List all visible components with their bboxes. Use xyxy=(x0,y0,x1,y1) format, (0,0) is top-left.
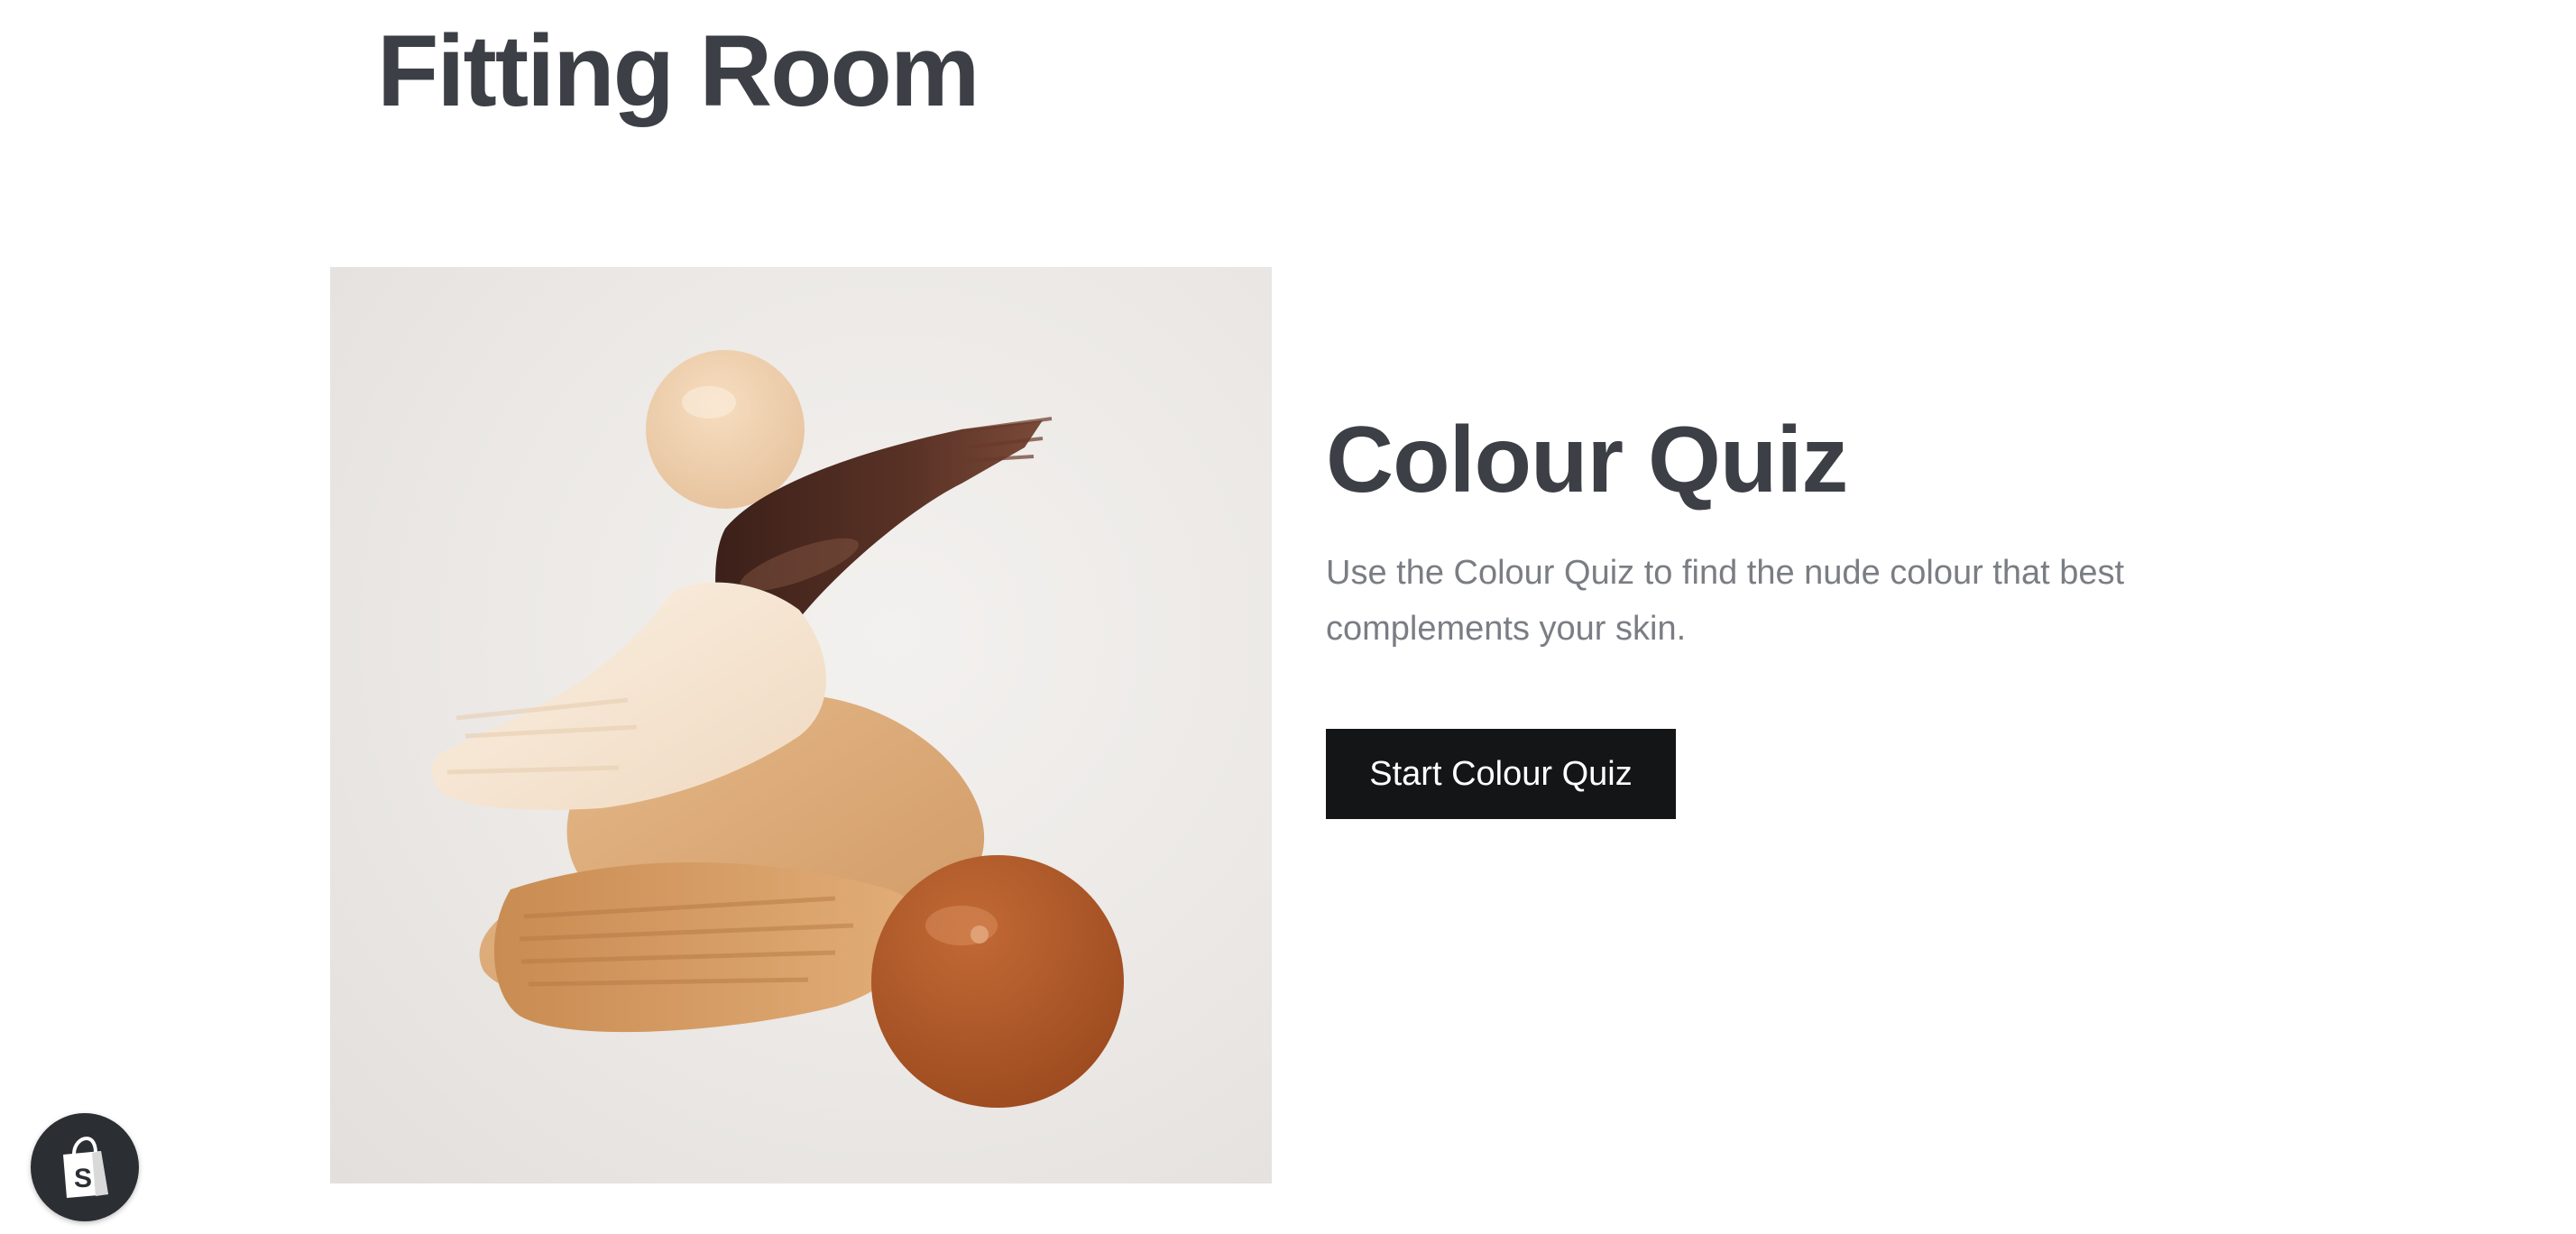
colour-quiz-title: Colour Quiz xyxy=(1326,408,1848,512)
page: Fitting Room Colour Quiz Use the Colour … xyxy=(0,0,2576,1234)
shopify-badge[interactable]: S xyxy=(31,1113,139,1221)
page-title: Fitting Room xyxy=(377,14,980,127)
svg-text:S: S xyxy=(74,1164,92,1193)
shopify-bag-icon: S xyxy=(63,1136,108,1198)
colour-quiz-description: Use the Colour Quiz to find the nude col… xyxy=(1326,554,2125,648)
start-colour-quiz-button[interactable]: Start Colour Quiz xyxy=(1326,729,1676,819)
foundation-swatches-image xyxy=(330,267,1272,1183)
